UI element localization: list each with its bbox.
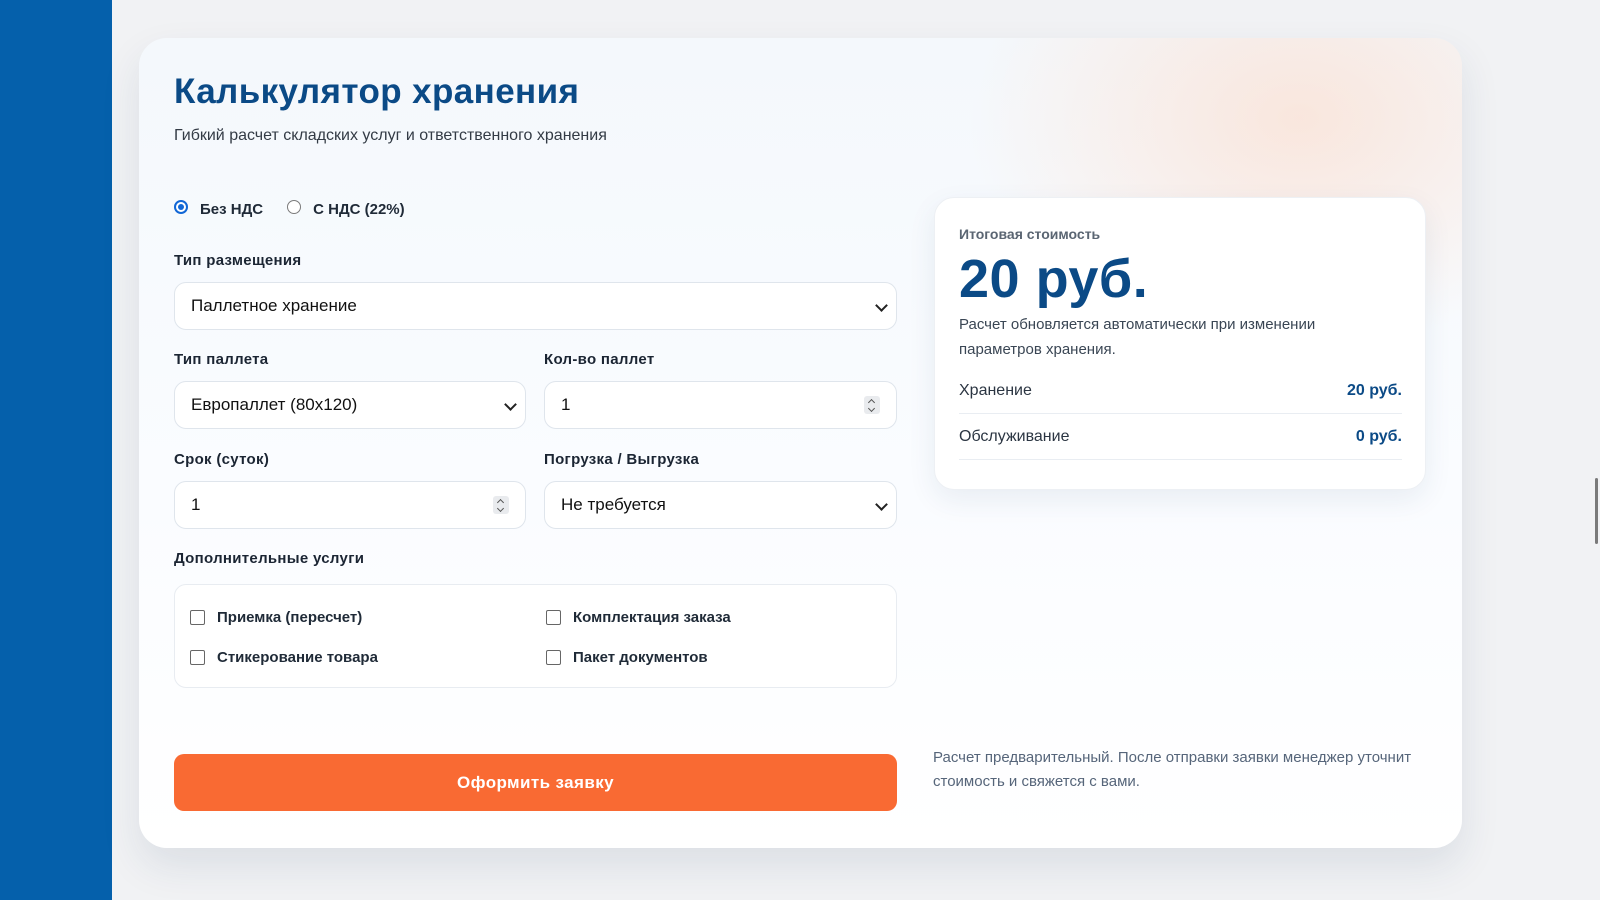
pallet-type-value: Европаллет (80х120) [191,395,358,414]
pallet-type-select[interactable]: Европаллет (80х120) [174,381,526,429]
placement-type-value: Паллетное хранение [191,296,357,315]
summary-row-service: Обслуживание 0 руб. [959,414,1402,460]
chevron-down-icon [504,398,517,411]
vat-option-label: С НДС (22%) [313,201,405,218]
loading-label: Погрузка / Выгрузка [544,451,700,468]
term-label: Срок (суток) [174,451,270,468]
extra-documents[interactable]: Пакет документов [546,649,708,666]
extra-label: Приемка (пересчет) [217,609,363,626]
number-stepper-icon[interactable] [493,496,509,514]
summary-row-label: Хранение [959,382,1032,399]
summary-caption: Итоговая стоимость [959,226,1101,242]
checkbox[interactable] [190,610,205,625]
pallet-count-label: Кол-во паллет [544,351,655,368]
checkbox[interactable] [546,650,561,665]
submit-request-button[interactable]: Оформить заявку [174,754,897,811]
extra-label: Стикерование товара [217,649,378,666]
extra-receiving[interactable]: Приемка (пересчет) [190,609,362,626]
vat-option-label: Без НДС [200,201,264,218]
calculator-card: Калькулятор хранения Гибкий расчет склад… [139,38,1462,848]
scrollbar-thumb[interactable] [1595,478,1598,544]
extras-group: Приемка (пересчет) Комплектация заказа С… [174,584,897,688]
summary-panel: Итоговая стоимость 20 руб. Расчет обновл… [934,197,1426,490]
vat-option-with[interactable]: С НДС (22%) [287,198,405,218]
checkbox[interactable] [546,610,561,625]
summary-row-label: Обслуживание [959,428,1070,445]
vat-radio-group: Без НДС С НДС (22%) [174,198,429,218]
summary-row-value: 0 руб. [1355,428,1402,445]
placement-type-select[interactable]: Паллетное хранение [174,282,897,330]
extras-label: Дополнительные услуги [174,550,365,567]
number-stepper-icon[interactable] [864,396,880,414]
radio-with-vat[interactable] [287,199,302,214]
loading-select[interactable]: Не требуется [544,481,897,529]
term-days-value: 1 [191,495,201,514]
page-title: Калькулятор хранения [174,72,580,111]
page-subtitle: Гибкий расчет складских услуг и ответств… [174,127,607,144]
placement-type-label: Тип размещения [174,252,302,269]
extra-label: Комплектация заказа [573,609,731,626]
loading-value: Не требуется [561,495,666,514]
chevron-down-icon [875,299,888,312]
total-price: 20 руб. [959,249,1149,309]
summary-description: Расчет обновляется автоматически при изм… [959,316,1316,358]
extra-stickering[interactable]: Стикерование товара [190,649,378,666]
extra-order-picking[interactable]: Комплектация заказа [546,609,731,626]
radio-without-vat[interactable] [174,199,188,214]
chevron-down-icon [875,498,888,511]
pallet-count-value: 1 [561,395,571,414]
left-sidebar-strip [0,0,112,900]
pallet-count-input[interactable]: 1 [544,381,897,429]
checkbox[interactable] [190,650,205,665]
vat-option-without[interactable]: Без НДС [174,198,264,218]
extra-label: Пакет документов [573,649,708,666]
disclaimer-note: Расчет предварительный. После отправки з… [933,749,1412,790]
summary-row-storage: Хранение 20 руб. [959,368,1402,414]
summary-row-value: 20 руб. [1346,382,1402,399]
pallet-type-label: Тип паллета [174,351,269,368]
term-days-input[interactable]: 1 [174,481,526,529]
